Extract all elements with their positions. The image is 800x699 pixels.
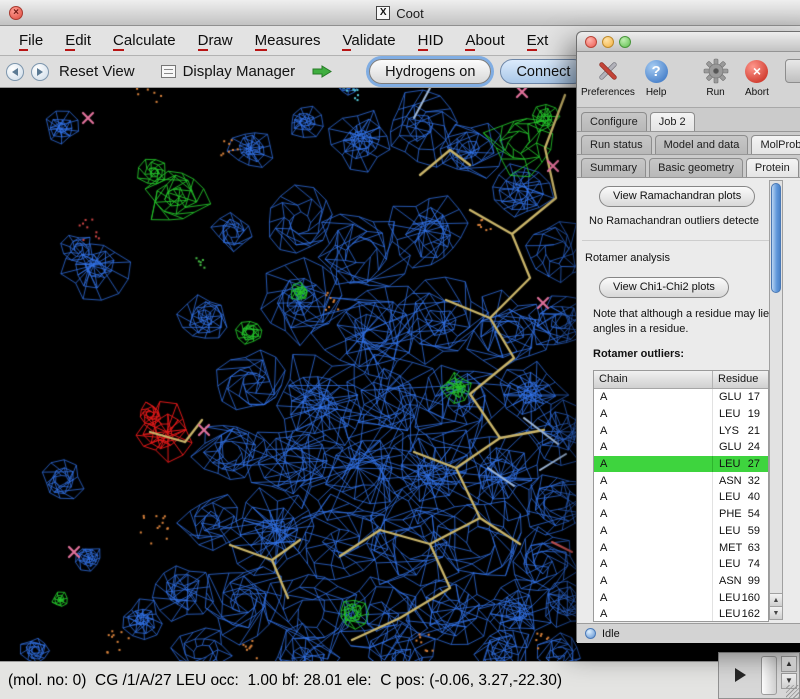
column-header-residue[interactable]: Residue: [713, 371, 768, 388]
table-row-phe-54[interactable]: APHE54: [594, 506, 768, 523]
reset-view-button[interactable]: Reset View: [59, 63, 135, 80]
help-button[interactable]: ? Help: [635, 57, 677, 98]
table-row-leu-59[interactable]: ALEU59: [594, 523, 768, 540]
main-status-bar: (mol. no: 0) CG /1/A/27 LEU occ: 1.00 bf…: [0, 661, 800, 699]
rotamer-analysis-label: Rotamer analysis: [585, 252, 670, 264]
menu-draw[interactable]: Draw: [187, 29, 244, 52]
scrollbar-up-icon[interactable]: ▲: [770, 593, 782, 606]
status-orb-icon: [585, 628, 596, 639]
menu-calculate[interactable]: Calculate: [102, 29, 187, 52]
view-chi1-chi2-plots-button[interactable]: View Chi1-Chi2 plots: [599, 277, 729, 298]
run-button[interactable]: Run: [695, 57, 736, 98]
table-row-asn-32[interactable]: AASN32: [594, 472, 768, 489]
menu-edit[interactable]: Edit: [54, 29, 102, 52]
x11-app-icon: X: [376, 6, 390, 20]
corner-panel: ▲ ▼: [718, 652, 800, 699]
view-ramachandran-plots-button[interactable]: View Ramachandran plots: [599, 186, 755, 207]
menu-about[interactable]: About: [454, 29, 515, 52]
table-row-leu-27[interactable]: ALEU27: [594, 456, 768, 473]
abort-label: Abort: [745, 87, 769, 98]
nav-forward-icon[interactable]: [31, 63, 49, 81]
resize-grip[interactable]: [786, 685, 799, 698]
help-icon: ?: [642, 57, 670, 85]
table-row-leu-40[interactable]: ALEU40: [594, 489, 768, 506]
tools-icon: [594, 57, 622, 85]
tab-model-and-data[interactable]: Model and data: [655, 135, 749, 154]
tab-protein[interactable]: Protein: [746, 158, 799, 177]
table-row-asn-99[interactable]: AASN99: [594, 573, 768, 590]
separator: [582, 240, 782, 241]
preferences-label: Preferences: [581, 87, 635, 98]
corner-scrollbar-track[interactable]: [761, 656, 777, 695]
table-row-glu-24[interactable]: AGLU24: [594, 439, 768, 456]
display-manager-icon: [161, 65, 176, 78]
job-tab-row: ConfigureJob 2: [577, 108, 800, 132]
table-row-leu-160[interactable]: ALEU160: [594, 589, 768, 606]
tab-job-2[interactable]: Job 2: [650, 112, 695, 131]
dialog-zoom-button[interactable]: [619, 36, 631, 48]
title-text: Coot: [396, 6, 423, 21]
dialog-status-bar: Idle: [577, 623, 800, 643]
dialog-close-button[interactable]: [585, 36, 597, 48]
preferences-button[interactable]: Preferences: [581, 57, 635, 98]
gear-icon: [702, 57, 730, 85]
table-body: AGLU17ALEU19ALYS21AGLU24ALEU27AASN32ALEU…: [594, 389, 768, 622]
validation-dialog: Preferences ? Help: [576, 31, 800, 642]
abort-button[interactable]: × Abort: [736, 57, 778, 98]
tab-configure[interactable]: Configure: [581, 112, 647, 131]
tab-molprobit[interactable]: MolProbit: [751, 135, 800, 154]
menu-file[interactable]: File: [8, 29, 54, 52]
tab-run-status[interactable]: Run status: [581, 135, 652, 154]
table-row-lys-21[interactable]: ALYS21: [594, 422, 768, 439]
connect-mode-button[interactable]: Connect: [500, 59, 586, 84]
go-arrow-icon[interactable]: [311, 64, 333, 79]
table-row-leu-74[interactable]: ALEU74: [594, 556, 768, 573]
menu-validate[interactable]: Validate: [331, 29, 406, 52]
hydrogens-toggle-button[interactable]: Hydrogens on: [369, 59, 491, 84]
dialog-toolbar: Preferences ? Help: [577, 52, 800, 108]
rotamer-note-line2: angles in a residue.: [593, 323, 688, 335]
tab-basic-geometry[interactable]: Basic geometry: [649, 158, 743, 177]
abort-icon: ×: [743, 57, 771, 85]
dialog-minimize-button[interactable]: [602, 36, 614, 48]
screen: × X Coot FileEditCalculateDrawMeasuresVa…: [0, 0, 800, 699]
rotamer-note-line1: Note that although a residue may lie: [593, 308, 769, 320]
main-window-title: X Coot: [0, 0, 800, 26]
main-titlebar: × X Coot: [0, 0, 800, 26]
table-header-row: Chain Residue: [594, 371, 768, 389]
help-label: Help: [646, 87, 667, 98]
tab-summary[interactable]: Summary: [581, 158, 646, 177]
category-tab-row: SummaryBasic geometryProteinC: [577, 155, 800, 178]
play-triangle-icon[interactable]: [735, 668, 746, 682]
menu-ext[interactable]: Ext: [516, 29, 560, 52]
section-tab-row: Run statusModel and dataMolProbit: [577, 132, 800, 155]
dialog-scrollbar[interactable]: ▲ ▼: [769, 180, 783, 620]
clipped-icon: [783, 57, 800, 85]
nav-back-icon[interactable]: [6, 63, 24, 81]
menu-hid[interactable]: HID: [407, 29, 455, 52]
dialog-content: View Ramachandran plots No Ramachandran …: [577, 178, 800, 623]
scrollbar-thumb[interactable]: [771, 183, 781, 293]
scrollbar-down-icon[interactable]: ▼: [770, 606, 782, 619]
table-row-leu-19[interactable]: ALEU19: [594, 406, 768, 423]
rotamer-outliers-table: Chain Residue AGLU17ALEU19ALYS21AGLU24AL…: [593, 370, 769, 622]
clipped-toolbar-button[interactable]: [778, 57, 800, 85]
column-header-chain[interactable]: Chain: [594, 371, 713, 388]
table-row-glu-17[interactable]: AGLU17: [594, 389, 768, 406]
table-row-met-63[interactable]: AMET63: [594, 539, 768, 556]
scroll-up-icon[interactable]: ▲: [781, 656, 797, 672]
atom-status-text: (mol. no: 0) CG /1/A/27 LEU occ: 1.00 bf…: [8, 672, 562, 690]
display-manager-button[interactable]: Display Manager: [183, 63, 296, 80]
dialog-status-text: Idle: [602, 628, 620, 640]
ramachandran-result-text: No Ramachandran outliers detecte: [589, 215, 759, 227]
run-label: Run: [706, 87, 724, 98]
menu-measures[interactable]: Measures: [244, 29, 332, 52]
table-row-leu-162[interactable]: ALEU162: [594, 606, 768, 622]
dialog-titlebar: [577, 32, 800, 52]
rotamer-outliers-label: Rotamer outliers:: [593, 348, 684, 360]
